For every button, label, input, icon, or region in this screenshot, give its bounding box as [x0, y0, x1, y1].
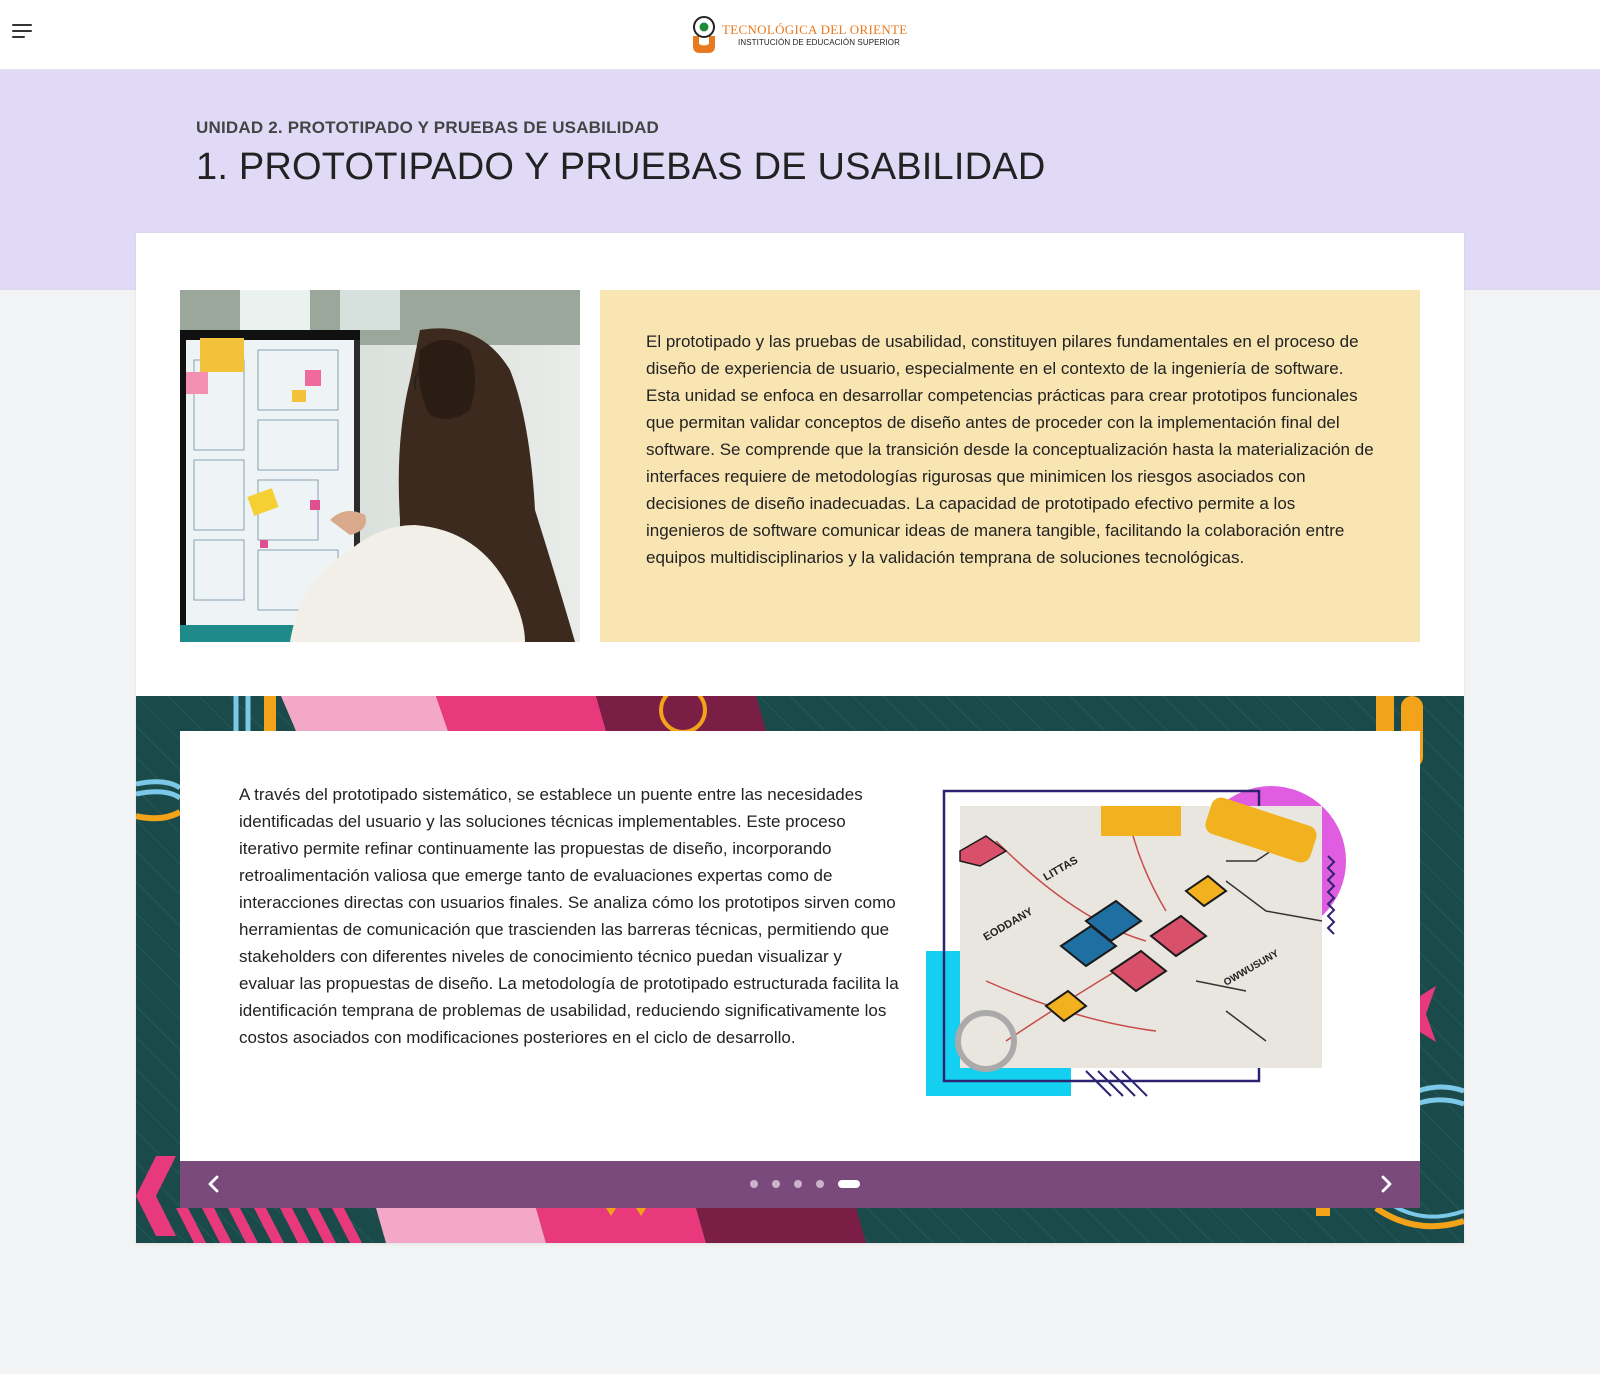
- slide-image: EODDANY LITTAS OWWUSUNY: [926, 781, 1366, 1111]
- top-bar: TECNOLÓGICA DEL ORIENTE INSTITUCIÓN DE E…: [0, 0, 1600, 70]
- chevron-left-icon[interactable]: [202, 1172, 226, 1196]
- logo-subtitle: INSTITUCIÓN DE EDUCACIÓN SUPERIOR: [738, 38, 900, 47]
- logo-name: TECNOLÓGICA DEL ORIENTE: [722, 22, 908, 37]
- unit-label: UNIDAD 2. PROTOTIPADO Y PRUEBAS DE USABI…: [196, 118, 660, 137]
- page-title: 1. PROTOTIPADO Y PRUEBAS DE USABILIDAD: [196, 146, 1046, 188]
- chevron-right-icon[interactable]: [1374, 1172, 1398, 1196]
- slider-controls: [180, 1161, 1420, 1208]
- intro-paragraph: El prototipado y las pruebas de usabilid…: [646, 332, 1374, 567]
- slide-dot-4[interactable]: [816, 1180, 824, 1188]
- intro-text-box: El prototipado y las pruebas de usabilid…: [600, 290, 1420, 642]
- slide-dot-3[interactable]: [794, 1180, 802, 1188]
- hamburger-menu-icon[interactable]: [12, 24, 36, 46]
- logo[interactable]: TECNOLÓGICA DEL ORIENTE INSTITUCIÓN DE E…: [692, 16, 908, 54]
- content-card: El prototipado y las pruebas de usabilid…: [136, 233, 1464, 1243]
- slide-dots: [750, 1180, 874, 1188]
- slide-card: A través del prototipado sistemático, se…: [180, 731, 1420, 1161]
- logo-mark-icon: [692, 16, 716, 54]
- slide-paragraph: A través del prototipado sistemático, se…: [239, 785, 899, 1047]
- intro-image: [180, 290, 580, 642]
- slider-section: A través del prototipado sistemático, se…: [136, 696, 1464, 1243]
- slide-dot-1[interactable]: [750, 1180, 758, 1188]
- slide-dot-2[interactable]: [772, 1180, 780, 1188]
- slide-dot-5[interactable]: [838, 1180, 860, 1188]
